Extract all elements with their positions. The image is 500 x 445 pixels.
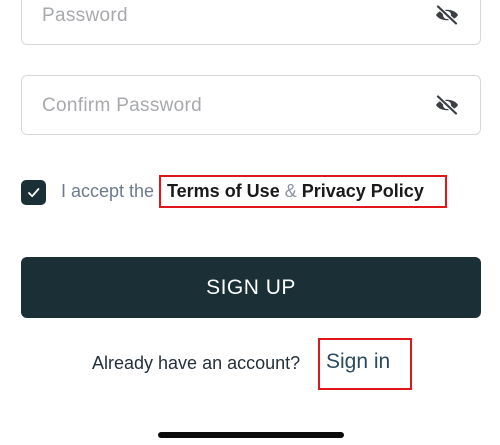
terms-of-use-link[interactable]: Terms of Use: [167, 181, 280, 201]
eye-slash-icon[interactable]: [434, 95, 460, 115]
terms-prefix: I accept the: [61, 181, 155, 201]
terms-ampersand: &: [284, 181, 297, 201]
eye-slash-icon[interactable]: [434, 5, 460, 25]
terms-row: I accept the Terms of Use & Privacy Poli…: [21, 175, 491, 211]
account-row: Already have an account? Sign in: [0, 338, 500, 390]
checkmark-icon: [28, 188, 40, 198]
signup-screen: I accept the Terms of Use & Privacy Poli…: [0, 0, 500, 445]
privacy-policy-link[interactable]: Privacy Policy: [302, 181, 424, 201]
account-prompt: Already have an account?: [92, 353, 301, 373]
sign-up-button[interactable]: SIGN UP: [21, 257, 481, 318]
confirm-password-input[interactable]: [40, 76, 424, 136]
terms-links: Terms of Use & Privacy Policy: [167, 181, 424, 202]
confirm-password-field: [21, 75, 481, 136]
password-input[interactable]: [40, 0, 424, 46]
password-field: [21, 0, 481, 46]
home-indicator: [158, 432, 344, 438]
sign-in-link[interactable]: Sign in: [326, 350, 390, 374]
terms-checkbox[interactable]: [21, 180, 46, 205]
